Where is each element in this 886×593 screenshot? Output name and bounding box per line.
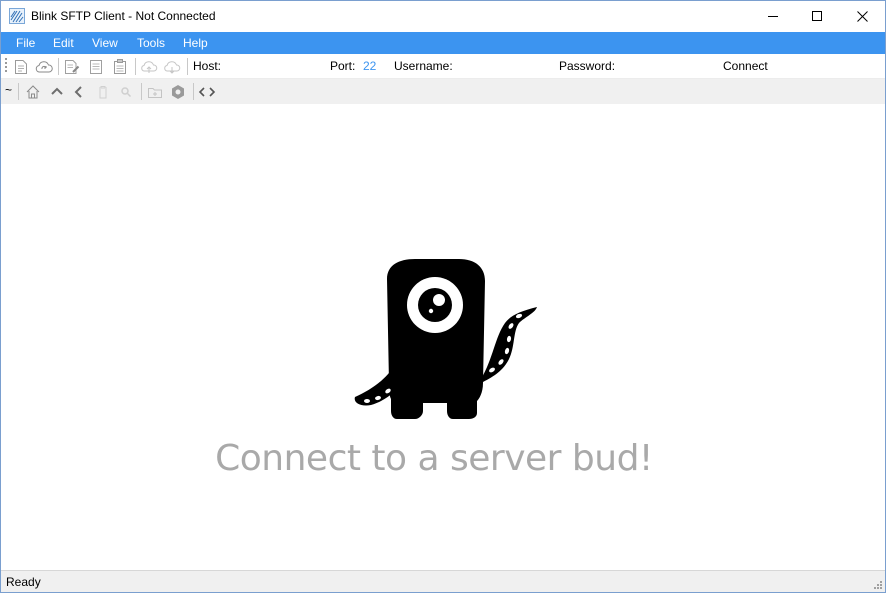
menu-edit[interactable]: Edit [53, 32, 74, 54]
toolbar-separator [141, 83, 142, 100]
code-view-icon[interactable] [198, 83, 216, 101]
toolbar-separator [135, 58, 136, 75]
copy-icon[interactable] [87, 58, 105, 76]
new-folder-icon[interactable] [146, 83, 164, 101]
new-file-icon[interactable] [12, 58, 30, 76]
host-input[interactable] [225, 58, 325, 75]
username-input[interactable] [456, 58, 554, 75]
maximize-icon [812, 11, 822, 21]
settings-icon[interactable] [169, 83, 187, 101]
connection-toolbar: Host: Port: 22 Username: Password: Conne… [1, 54, 885, 79]
close-icon [856, 10, 868, 22]
empty-state-message: Connect to a server bud! [215, 438, 653, 479]
navigation-toolbar: ~ [1, 79, 885, 104]
back-icon[interactable] [70, 83, 88, 101]
menu-help[interactable]: Help [183, 32, 208, 54]
edit-file-icon[interactable] [63, 58, 81, 76]
one-eyed-monster-mascot-icon [353, 259, 539, 421]
toolbar-separator [187, 58, 188, 75]
up-icon[interactable] [48, 83, 66, 101]
path-prefix: ~ [5, 83, 13, 97]
cloud-sync-icon[interactable] [35, 58, 53, 76]
status-text: Ready [6, 575, 41, 589]
username-label: Username: [394, 59, 453, 73]
menu-tools[interactable]: Tools [137, 32, 165, 54]
port-input[interactable]: 22 [363, 59, 376, 73]
maximize-button[interactable] [794, 1, 840, 31]
menu-bar: File Edit View Tools Help [1, 32, 885, 54]
menu-file[interactable]: File [16, 32, 35, 54]
window-title: Blink SFTP Client - Not Connected [31, 9, 216, 23]
close-button[interactable] [839, 1, 885, 31]
paste-icon[interactable] [111, 58, 129, 76]
delete-icon[interactable] [94, 83, 112, 101]
connect-button[interactable]: Connect [723, 59, 768, 73]
toolbar-separator [193, 83, 194, 100]
menu-view[interactable]: View [92, 32, 118, 54]
app-window: Blink SFTP Client - Not Connected File E… [0, 0, 886, 593]
port-label: Port: [330, 59, 356, 73]
search-icon[interactable] [117, 83, 135, 101]
host-label: Host: [193, 59, 222, 73]
toolbar-grip[interactable] [5, 58, 8, 74]
password-input[interactable] [617, 58, 717, 75]
status-bar: Ready [1, 570, 885, 592]
toolbar-separator [58, 58, 59, 75]
resize-grip-icon[interactable] [871, 578, 883, 590]
password-label: Password: [559, 59, 616, 73]
file-browser-area: Connect to a server bud! [1, 104, 885, 570]
title-bar[interactable]: Blink SFTP Client - Not Connected [1, 1, 885, 32]
download-icon[interactable] [163, 58, 181, 76]
minimize-button[interactable] [750, 1, 796, 31]
upload-icon[interactable] [140, 58, 158, 76]
minimize-icon [768, 11, 778, 21]
app-logo-icon [9, 8, 25, 24]
home-icon[interactable] [24, 83, 42, 101]
toolbar-separator [18, 83, 19, 100]
